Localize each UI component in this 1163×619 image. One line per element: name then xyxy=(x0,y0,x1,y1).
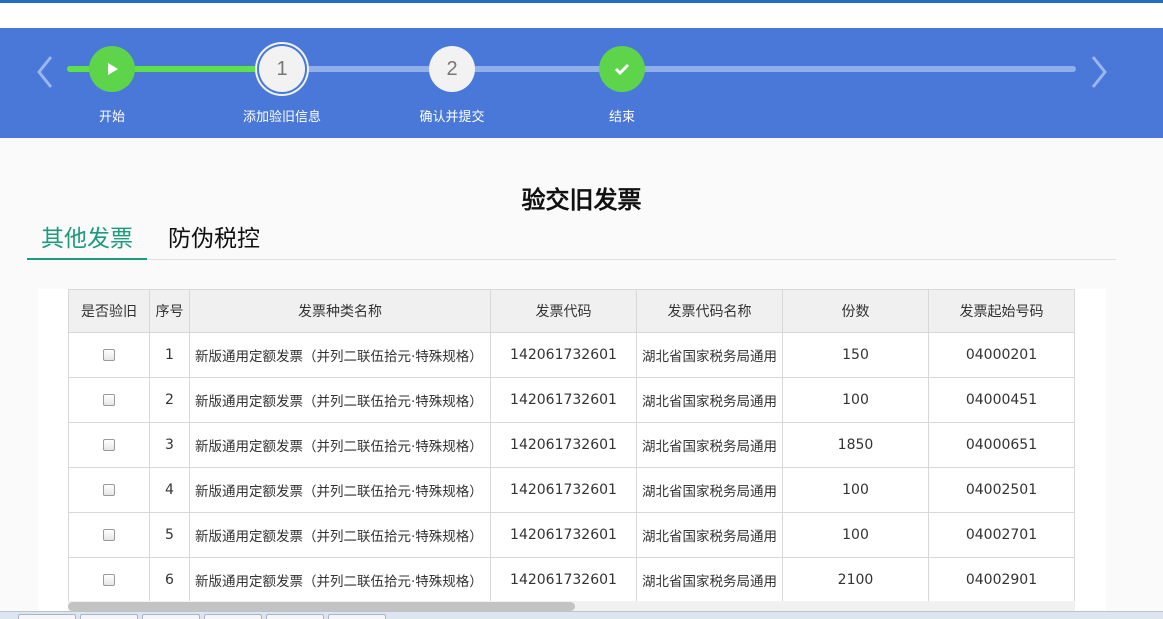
table-header-row: 是否验旧 序号 发票种类名称 发票代码 发票代码名称 份数 发票起始号码 xyxy=(68,289,1075,333)
step-label: 添加验旧信息 xyxy=(242,110,321,125)
row-type-name: 新版通用定额发票（并列二联伍拾元·特殊规格） xyxy=(189,467,491,513)
taskbar-button[interactable] xyxy=(142,614,200,619)
row-count: 2100 xyxy=(782,557,929,603)
row-type-name: 新版通用定额发票（并列二联伍拾元·特殊规格） xyxy=(189,332,491,378)
row-checkbox[interactable] xyxy=(103,349,115,361)
row-index: 1 xyxy=(149,332,190,378)
taskbar-button[interactable] xyxy=(328,614,386,619)
table-row: 6 新版通用定额发票（并列二联伍拾元·特殊规格） 142061732601 湖北… xyxy=(68,557,1075,603)
table-row: 4 新版通用定额发票（并列二联伍拾元·特殊规格） 142061732601 湖北… xyxy=(68,467,1075,513)
table-row: 5 新版通用定额发票（并列二联伍拾元·特殊规格） 142061732601 湖北… xyxy=(68,512,1075,558)
table-row: 2 新版通用定额发票（并列二联伍拾元·特殊规格） 142061732601 湖北… xyxy=(68,377,1075,423)
step-label: 确认并提交 xyxy=(419,110,485,125)
row-checkbox-cell xyxy=(68,422,150,468)
step-label: 结束 xyxy=(608,110,635,125)
row-index: 3 xyxy=(149,422,190,468)
taskbar-button[interactable] xyxy=(18,614,76,619)
table-row: 3 新版通用定额发票（并列二联伍拾元·特殊规格） 142061732601 湖北… xyxy=(68,422,1075,468)
row-start-number: 04000651 xyxy=(928,422,1075,468)
invoice-table: 是否验旧 序号 发票种类名称 发票代码 发票代码名称 份数 发票起始号码 1 新… xyxy=(68,289,1075,603)
row-code: 142061732601 xyxy=(490,332,637,378)
row-checkbox-cell xyxy=(68,332,150,378)
row-index: 4 xyxy=(149,467,190,513)
step-start: 开始 xyxy=(52,46,172,125)
step-add-info: 1 添加验旧信息 xyxy=(222,46,342,125)
row-start-number: 04000201 xyxy=(928,332,1075,378)
row-count: 1850 xyxy=(782,422,929,468)
row-start-number: 04002701 xyxy=(928,512,1075,558)
row-index: 6 xyxy=(149,557,190,603)
row-code: 142061732601 xyxy=(490,467,637,513)
step-number: 2 xyxy=(429,46,475,92)
header-start-number: 发票起始号码 xyxy=(928,289,1075,333)
taskbar xyxy=(0,611,1163,619)
row-checkbox-cell xyxy=(68,557,150,603)
row-index: 2 xyxy=(149,377,190,423)
taskbar-button[interactable] xyxy=(204,614,262,619)
tab-anti-counterfeit[interactable]: 防伪税控 xyxy=(154,222,274,260)
play-icon xyxy=(89,46,135,92)
step-number: 1 xyxy=(259,46,305,92)
header-code-name: 发票代码名称 xyxy=(636,289,783,333)
row-checkbox-cell xyxy=(68,377,150,423)
row-checkbox-cell xyxy=(68,467,150,513)
row-checkbox[interactable] xyxy=(103,394,115,406)
header-verify: 是否验旧 xyxy=(68,289,150,333)
table-row: 1 新版通用定额发票（并列二联伍拾元·特殊规格） 142061732601 湖北… xyxy=(68,332,1075,378)
taskbar-button[interactable] xyxy=(80,614,138,619)
row-code: 142061732601 xyxy=(490,557,637,603)
row-type-name: 新版通用定额发票（并列二联伍拾元·特殊规格） xyxy=(189,557,491,603)
page-title: 验交旧发票 xyxy=(521,186,642,214)
top-strip xyxy=(0,0,1163,28)
row-code-name: 湖北省国家税务局通用 xyxy=(636,332,783,378)
row-type-name: 新版通用定额发票（并列二联伍拾元·特殊规格） xyxy=(189,422,491,468)
table-panel: 是否验旧 序号 发票种类名称 发票代码 发票代码名称 份数 发票起始号码 1 新… xyxy=(38,289,1106,619)
header-count: 份数 xyxy=(782,289,929,333)
tab-other-invoices[interactable]: 其他发票 xyxy=(27,222,147,260)
chevron-right-icon[interactable] xyxy=(1090,54,1108,90)
header-index: 序号 xyxy=(149,289,190,333)
step-progress-bar: 开始 1 添加验旧信息 2 确认并提交 结束 xyxy=(0,28,1163,138)
scrollbar-thumb[interactable] xyxy=(68,602,575,611)
row-code-name: 湖北省国家税务局通用 xyxy=(636,557,783,603)
header-code: 发票代码 xyxy=(490,289,637,333)
row-checkbox-cell xyxy=(68,512,150,558)
row-code-name: 湖北省国家税务局通用 xyxy=(636,422,783,468)
row-index: 5 xyxy=(149,512,190,558)
row-checkbox[interactable] xyxy=(103,529,115,541)
row-count: 150 xyxy=(782,332,929,378)
row-count: 100 xyxy=(782,467,929,513)
row-type-name: 新版通用定额发票（并列二联伍拾元·特殊规格） xyxy=(189,377,491,423)
step-confirm: 2 确认并提交 xyxy=(392,46,512,125)
row-checkbox[interactable] xyxy=(103,574,115,586)
row-start-number: 04002501 xyxy=(928,467,1075,513)
row-code: 142061732601 xyxy=(490,377,637,423)
row-code-name: 湖北省国家税务局通用 xyxy=(636,512,783,558)
tab-bar: 其他发票 防伪税控 xyxy=(27,222,1116,260)
taskbar-button[interactable] xyxy=(266,614,324,619)
checkmark-icon xyxy=(599,46,645,92)
row-start-number: 04002901 xyxy=(928,557,1075,603)
step-label: 开始 xyxy=(98,110,125,125)
row-type-name: 新版通用定额发票（并列二联伍拾元·特殊规格） xyxy=(189,512,491,558)
step-finish: 结束 xyxy=(562,46,682,125)
row-count: 100 xyxy=(782,512,929,558)
row-code: 142061732601 xyxy=(490,512,637,558)
row-start-number: 04000451 xyxy=(928,377,1075,423)
row-code-name: 湖北省国家税务局通用 xyxy=(636,467,783,513)
row-count: 100 xyxy=(782,377,929,423)
row-code: 142061732601 xyxy=(490,422,637,468)
row-checkbox[interactable] xyxy=(103,439,115,451)
header-type-name: 发票种类名称 xyxy=(189,289,491,333)
row-checkbox[interactable] xyxy=(103,484,115,496)
row-code-name: 湖北省国家税务局通用 xyxy=(636,377,783,423)
